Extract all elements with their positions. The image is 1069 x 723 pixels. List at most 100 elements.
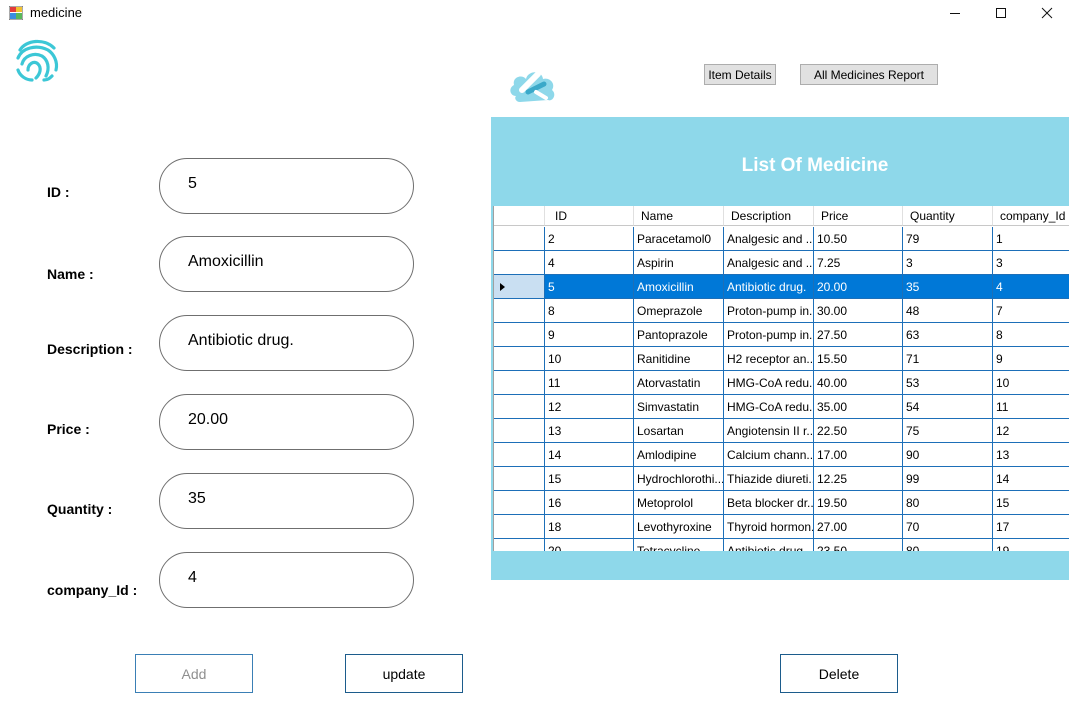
cell-quantity[interactable]: 53 [903, 371, 993, 395]
cell-name[interactable]: Metoprolol [634, 491, 724, 515]
cell-price[interactable]: 22.50 [814, 419, 903, 443]
cell-price[interactable]: 15.50 [814, 347, 903, 371]
table-row[interactable]: 14 Amlodipine Calcium chann... 17.00 90 13 [494, 443, 1069, 467]
column-header-name[interactable]: Name [634, 206, 724, 226]
cell-quantity[interactable]: 99 [903, 467, 993, 491]
cell-name[interactable]: Levothyroxine [634, 515, 724, 539]
cell-company-id[interactable]: 11 [993, 395, 1069, 419]
cell-name[interactable]: Simvastatin [634, 395, 724, 419]
cell-quantity[interactable]: 80 [903, 539, 993, 551]
column-header-price[interactable]: Price [814, 206, 903, 226]
row-header[interactable] [494, 299, 545, 323]
column-header-company-id[interactable]: company_Id [993, 206, 1069, 226]
table-row[interactable]: 11 Atorvastatin HMG-CoA redu... 40.00 53 10 [494, 371, 1069, 395]
table-row[interactable]: 18 Levothyroxine Thyroid hormon... 27.00 70 1… [494, 515, 1069, 539]
cell-price[interactable]: 27.00 [814, 515, 903, 539]
cell-price[interactable]: 30.00 [814, 299, 903, 323]
cell-name[interactable]: Tetracycline [634, 539, 724, 551]
cell-company-id[interactable]: 7 [993, 299, 1069, 323]
cell-quantity[interactable]: 80 [903, 491, 993, 515]
row-header[interactable] [494, 251, 545, 275]
cell-description[interactable]: HMG-CoA redu... [724, 395, 814, 419]
cell-quantity[interactable]: 63 [903, 323, 993, 347]
cell-name[interactable]: Paracetamol0 [634, 227, 724, 251]
price-field[interactable]: 20.00 [159, 394, 414, 450]
table-row[interactable]: 16 Metoprolol Beta blocker dr... 19.50 80 15 [494, 491, 1069, 515]
id-field[interactable]: 5 [159, 158, 414, 214]
column-header-id[interactable]: ID [545, 206, 634, 226]
cell-description[interactable]: Analgesic and ... [724, 251, 814, 275]
cell-description[interactable]: Antibiotic drug. [724, 275, 814, 299]
cell-id[interactable]: 18 [545, 515, 634, 539]
cell-quantity[interactable]: 54 [903, 395, 993, 419]
cell-id[interactable]: 13 [545, 419, 634, 443]
cell-description[interactable]: Angiotensin II r... [724, 419, 814, 443]
description-field[interactable]: Antibiotic drug. [159, 315, 414, 371]
cell-company-id[interactable]: 8 [993, 323, 1069, 347]
cell-company-id[interactable]: 15 [993, 491, 1069, 515]
cell-description[interactable]: HMG-CoA redu... [724, 371, 814, 395]
cell-name[interactable]: Atorvastatin [634, 371, 724, 395]
cell-id[interactable]: 12 [545, 395, 634, 419]
table-row[interactable]: 9 Pantoprazole Proton-pump in... 27.50 63 8 [494, 323, 1069, 347]
table-row[interactable]: 12 Simvastatin HMG-CoA redu... 35.00 54 11 [494, 395, 1069, 419]
cell-price[interactable]: 35.00 [814, 395, 903, 419]
cell-company-id[interactable]: 3 [993, 251, 1069, 275]
cell-price[interactable]: 12.25 [814, 467, 903, 491]
cell-description[interactable]: Beta blocker dr... [724, 491, 814, 515]
cell-quantity[interactable]: 90 [903, 443, 993, 467]
cell-price[interactable]: 19.50 [814, 491, 903, 515]
item-details-button[interactable]: Item Details [704, 64, 776, 85]
cell-name[interactable]: Ranitidine [634, 347, 724, 371]
row-header[interactable] [494, 347, 545, 371]
cell-name[interactable]: Omeprazole [634, 299, 724, 323]
cell-company-id[interactable]: 19 [993, 539, 1069, 551]
cell-company-id[interactable]: 14 [993, 467, 1069, 491]
table-row[interactable]: 15 Hydrochlorothi... Thiazide diureti... 12… [494, 467, 1069, 491]
table-row[interactable]: 2 Paracetamol0 Analgesic and ... 10.50 79 1 [494, 227, 1069, 251]
cell-description[interactable]: H2 receptor an... [724, 347, 814, 371]
cell-price[interactable]: 10.50 [814, 227, 903, 251]
cell-company-id[interactable]: 4 [993, 275, 1069, 299]
cell-company-id[interactable]: 12 [993, 419, 1069, 443]
cell-id[interactable]: 5 [545, 275, 634, 299]
table-row[interactable]: 4 Aspirin Analgesic and ... 7.25 3 3 [494, 251, 1069, 275]
cell-quantity[interactable]: 35 [903, 275, 993, 299]
cell-company-id[interactable]: 1 [993, 227, 1069, 251]
column-header-quantity[interactable]: Quantity [903, 206, 993, 226]
cell-quantity[interactable]: 75 [903, 419, 993, 443]
table-row[interactable]: 5 Amoxicillin Antibiotic drug. 20.00 35 4 [494, 275, 1069, 299]
cell-price[interactable]: 7.25 [814, 251, 903, 275]
row-header[interactable] [494, 491, 545, 515]
name-field[interactable]: Amoxicillin [159, 236, 414, 292]
cell-description[interactable]: Proton-pump in... [724, 323, 814, 347]
cell-id[interactable]: 8 [545, 299, 634, 323]
cell-description[interactable]: Analgesic and ... [724, 227, 814, 251]
cell-name[interactable]: Pantoprazole [634, 323, 724, 347]
cell-description[interactable]: Antibiotic drug... [724, 539, 814, 551]
cell-quantity[interactable]: 79 [903, 227, 993, 251]
cell-quantity[interactable]: 48 [903, 299, 993, 323]
cell-name[interactable]: Amlodipine [634, 443, 724, 467]
add-button[interactable]: Add [135, 654, 253, 693]
row-header[interactable] [494, 539, 545, 551]
column-header-description[interactable]: Description [724, 206, 814, 226]
cell-description[interactable]: Thiazide diureti... [724, 467, 814, 491]
cell-id[interactable]: 10 [545, 347, 634, 371]
cell-quantity[interactable]: 71 [903, 347, 993, 371]
quantity-field[interactable]: 35 [159, 473, 414, 529]
row-header[interactable] [494, 467, 545, 491]
close-button[interactable] [1024, 0, 1069, 26]
cell-company-id[interactable]: 17 [993, 515, 1069, 539]
row-header[interactable] [494, 395, 545, 419]
cell-id[interactable]: 16 [545, 491, 634, 515]
table-row[interactable]: 13 Losartan Angiotensin II r... 22.50 75 12 [494, 419, 1069, 443]
table-row[interactable]: 20 Tetracycline Antibiotic drug... 23.50 80 1… [494, 539, 1069, 551]
cell-description[interactable]: Proton-pump in... [724, 299, 814, 323]
cell-company-id[interactable]: 10 [993, 371, 1069, 395]
cell-name[interactable]: Aspirin [634, 251, 724, 275]
cell-price[interactable]: 27.50 [814, 323, 903, 347]
delete-button[interactable]: Delete [780, 654, 898, 693]
row-header[interactable] [494, 323, 545, 347]
table-row[interactable]: 10 Ranitidine H2 receptor an... 15.50 71 9 [494, 347, 1069, 371]
